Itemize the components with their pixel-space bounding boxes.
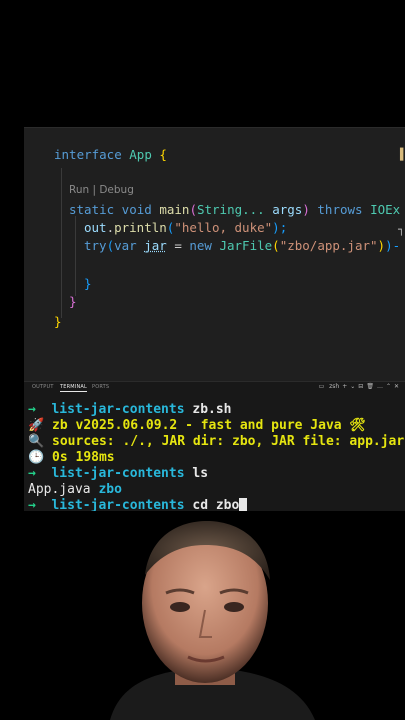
paren: (: [189, 202, 197, 217]
keyword: var: [114, 238, 137, 253]
type-name: IOEx: [370, 202, 401, 217]
tab-terminal[interactable]: TERMINAL: [60, 384, 88, 392]
brace: {: [159, 147, 167, 162]
terminal-line: → list-jar-contents ls: [28, 466, 208, 482]
chevron-down-icon[interactable]: ⌄: [350, 383, 355, 390]
command: zb.sh: [192, 402, 232, 417]
gutter-marker: ┐: [398, 223, 405, 236]
indent-guide: [61, 168, 62, 318]
prompt-arrow-icon: →: [28, 466, 36, 481]
output-text: 0s 198ms: [52, 450, 115, 465]
presenter-illustration: [110, 520, 315, 720]
code-line-try: try(var jar = new JarFile("zbo/app.jar")…: [84, 238, 400, 254]
output-text: zb v2025.06.09.2 - fast and pure Java 🛠: [52, 418, 366, 433]
tab-output[interactable]: OUTPUT: [32, 384, 54, 390]
panel-actions: ▭ zsh + ⌄ ⊟ 🗑… ⌃ ✕: [316, 383, 399, 390]
terminal-line: App.java zbo: [28, 482, 122, 498]
new-terminal-button[interactable]: +: [342, 383, 347, 390]
keyword: try: [84, 238, 107, 253]
keyword: interface: [54, 147, 122, 162]
rocket-icon: 🚀: [28, 418, 45, 433]
panel-tabs: OUTPUT TERMINAL PORTS ▭ zsh + ⌄ ⊟ 🗑… ⌃ ✕: [24, 382, 405, 396]
prompt-dir: list-jar-contents: [51, 402, 185, 417]
keyword: new: [189, 238, 212, 253]
method-name: main: [159, 202, 190, 217]
close-icon[interactable]: ✕: [394, 383, 399, 390]
string-literal: "zbo/app.jar": [279, 238, 378, 253]
vscode-window: interface App { Run | Debug static void …: [24, 127, 405, 511]
command: ls: [192, 466, 209, 481]
magnifier-icon: 🔍: [28, 434, 45, 449]
split-terminal-icon[interactable]: ⊟: [358, 383, 363, 390]
codelens-run-debug[interactable]: Run | Debug: [69, 184, 134, 196]
maximize-icon[interactable]: ⌃: [386, 383, 391, 390]
paren: );: [272, 220, 288, 235]
dot: .: [106, 220, 115, 235]
paren: )-: [385, 238, 401, 253]
indent-guide: [75, 216, 76, 296]
code-line-interface: interface App {: [54, 147, 167, 163]
brace-close-try: }: [84, 276, 92, 291]
var-name: jar: [144, 238, 167, 253]
type-name: App: [129, 147, 152, 162]
terminal-prompt-line[interactable]: → list-jar-contents cd zbo: [28, 498, 248, 511]
presenter-image: [0, 515, 405, 720]
gutter-marker: ▌: [400, 148, 405, 161]
paren: ): [302, 202, 310, 217]
string-literal: "hello, duke": [174, 220, 273, 235]
var-name: out: [84, 220, 107, 235]
output-text: sources: ./., JAR dir: zbo, JAR file: ap…: [52, 434, 405, 449]
terminal-line: 🕒 0s 198ms: [28, 450, 115, 466]
keyword: throws: [317, 202, 363, 217]
keyword: static void: [69, 202, 152, 217]
terminal-cursor: [239, 498, 248, 511]
trash-icon[interactable]: 🗑: [366, 383, 374, 390]
prompt-arrow-icon: →: [28, 402, 36, 417]
method-name: println: [114, 220, 167, 235]
paren: (: [106, 238, 115, 253]
param-name: args: [272, 202, 303, 217]
type-name: String...: [196, 202, 265, 217]
terminal-line: 🚀 zb v2025.06.09.2 - fast and pure Java …: [28, 418, 366, 434]
type-name: JarFile: [219, 238, 273, 253]
prompt-dir: list-jar-contents: [51, 466, 185, 481]
paren: ): [377, 238, 386, 253]
brace-close-main: }: [69, 294, 77, 309]
code-line-main: static void main(String... args) throws …: [69, 202, 400, 218]
terminal-line: 🔍 sources: ./., JAR dir: zbo, JAR file: …: [28, 434, 404, 450]
prompt-arrow-icon: →: [28, 498, 36, 511]
code-line-println: out.println("hello, duke");: [84, 220, 287, 236]
output-dir: zbo: [98, 482, 122, 497]
more-icon[interactable]: …: [377, 383, 383, 390]
code-editor[interactable]: interface App { Run | Debug static void …: [24, 128, 405, 381]
clock-icon: 🕒: [28, 450, 45, 465]
prompt-dir: list-jar-contents: [51, 498, 185, 511]
terminal-shell-icon[interactable]: ▭ zsh: [319, 383, 340, 390]
bottom-panel: OUTPUT TERMINAL PORTS ▭ zsh + ⌄ ⊟ 🗑… ⌃ ✕ → lis…: [24, 381, 405, 511]
shell-label: zsh: [329, 383, 340, 390]
terminal-line: → list-jar-contents zb.sh: [28, 402, 232, 418]
paren: (: [272, 238, 280, 253]
operator: =: [166, 238, 190, 253]
command-input[interactable]: cd zbo: [192, 498, 239, 511]
output-text: App.java: [28, 482, 91, 497]
tab-ports[interactable]: PORTS: [92, 384, 109, 390]
brace-close-interface: }: [54, 314, 62, 329]
